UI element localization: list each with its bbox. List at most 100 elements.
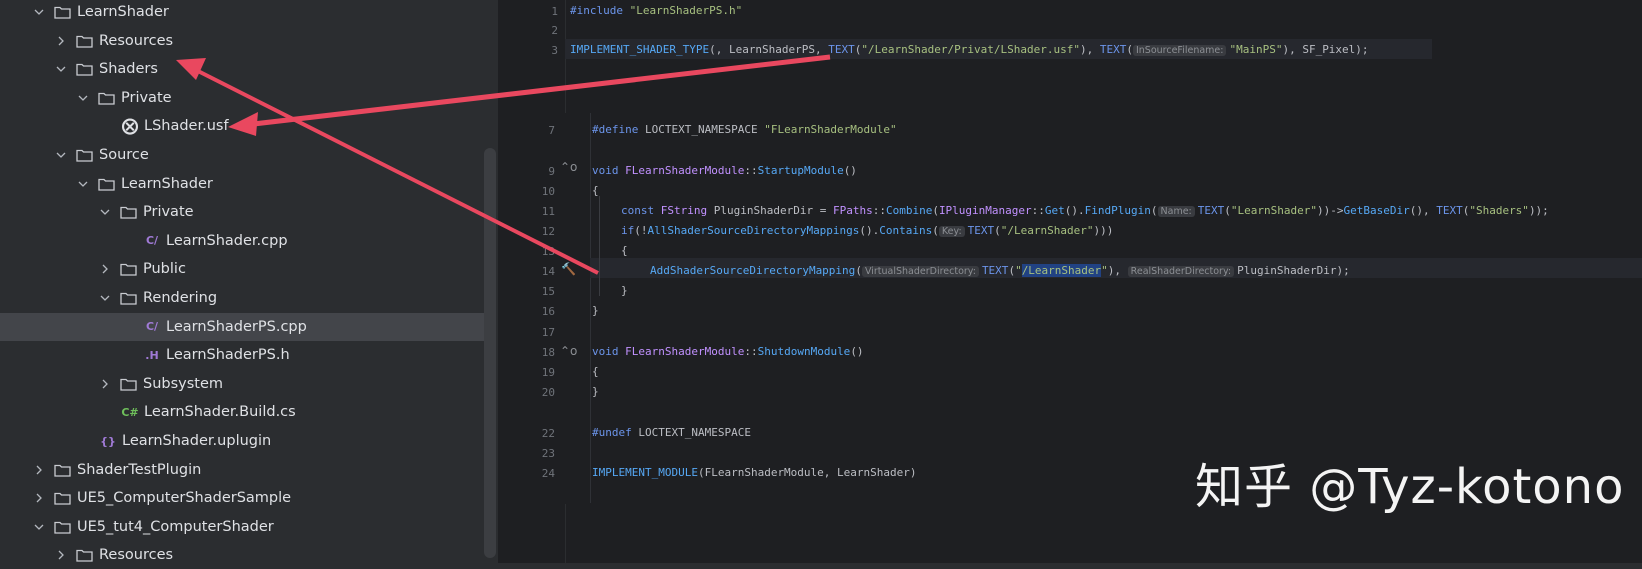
chevron-down-icon[interactable] [54,62,68,76]
line-number: 22 [541,427,555,440]
chevron-down-icon[interactable] [76,177,90,191]
line-number: 14 [541,265,555,278]
folder-icon [54,463,71,477]
tree-folder[interactable]: Resources [0,541,484,569]
code-line-14[interactable]: AddShaderSourceDirectoryMapping(VirtualS… [650,264,1350,277]
tree-file[interactable]: {} LearnShader.uplugin [0,427,484,455]
tree-file[interactable]: C# LearnShader.Build.cs [0,398,484,426]
tree-folder[interactable]: Source [0,141,484,169]
tree-folder[interactable]: Private [0,84,484,112]
tree-folder[interactable]: ShaderTestPlugin [0,456,484,484]
chevron-down-icon[interactable] [98,205,112,219]
line-number: 7 [548,124,555,137]
code-line-24[interactable]: IMPLEMENT_MODULE(FLearnShaderModule, Lea… [592,466,917,479]
tree-item-label: Source [99,147,149,163]
line-number: 3 [551,44,558,57]
line-number: 2 [551,24,558,37]
folder-icon [120,291,137,305]
chevron-right-icon[interactable] [54,34,68,48]
tree-item-label: Shaders [99,61,158,78]
folder-icon [98,177,115,191]
chevron-right-icon[interactable] [98,262,112,276]
tree-folder[interactable]: LearnShader [0,170,484,198]
chevron-down-icon[interactable] [54,148,68,162]
code-line-10[interactable]: { [592,184,599,197]
override-icon[interactable]: ⌃o [560,344,577,358]
cpp-file-icon: C/ [145,234,159,248]
tree-folder[interactable]: UE5_ComputerShaderSample [0,484,484,512]
code-line-11[interactable]: const FString PluginShaderDir = FPaths::… [621,204,1549,217]
header-file-icon: .H [145,348,159,362]
line-number: 12 [541,225,555,238]
line-number: 20 [541,386,555,399]
code-line-15[interactable]: } [621,284,628,297]
tree-item-label: Rendering [143,290,218,306]
inlay-hint: Key: [938,226,965,237]
chevron-right-icon[interactable] [54,548,68,562]
code-line-3[interactable]: IMPLEMENT_SHADER_TYPE(, LearnShaderPS, T… [570,43,1369,56]
tree-folder[interactable]: Public [0,255,484,283]
folder-icon [54,491,71,505]
folder-icon [76,34,93,48]
chevron-right-icon[interactable] [98,377,112,391]
code-line-12[interactable]: if(!AllShaderSourceDirectoryMappings().C… [621,224,1113,237]
tree-file[interactable]: C/LearnShader.cpp [0,227,484,255]
hammer-icon[interactable]: 🔨 [561,262,576,276]
folder-icon [76,148,93,162]
chevron-down-icon[interactable] [32,5,46,19]
line-number: 23 [541,447,555,460]
code-line-7[interactable]: #define LOCTEXT_NAMESPACE "FLearnShaderM… [592,123,897,136]
tree-item-label: LearnShader.uplugin [122,433,272,449]
code-line-16[interactable]: } [592,304,599,317]
tree-folder[interactable]: LearnShader [0,0,484,26]
folder-icon [98,91,115,105]
tree-file[interactable]: ⨂ LShader.usf [0,112,484,140]
override-icon[interactable]: ⌃o [560,160,577,174]
chevron-down-icon[interactable] [98,291,112,305]
line-number: 24 [541,467,555,480]
watermark: 知乎 @Tyz-kotono [1195,459,1625,515]
code-line-18[interactable]: void FLearnShaderModule::ShutdownModule(… [592,345,864,358]
tree-item-label: LearnShader.Build.cs [144,404,296,421]
code-line-9[interactable]: void FLearnShaderModule::StartupModule() [592,164,857,177]
folder-icon [120,205,137,219]
line-number: 16 [541,305,555,318]
line-number: 19 [541,366,555,379]
line-number: 11 [541,205,555,218]
project-tree: LearnShader Resources Shaders Private ⨂ LShad… [0,0,490,563]
chevron-right-icon[interactable] [32,463,46,477]
inlay-hint: Name: [1157,206,1195,217]
line-number: 15 [541,285,555,298]
shader-file-icon: ⨂ [121,116,139,137]
line-number: 18 [541,346,555,359]
chevron-down-icon[interactable] [76,91,90,105]
tree-item-label: Resources [99,32,174,49]
tree-folder[interactable]: Resources [0,27,484,55]
tree-scrollbar[interactable] [484,148,496,558]
code-line-19[interactable]: { [592,365,599,378]
inlay-hint: RealShaderDirectory: [1127,266,1235,277]
folder-icon [54,520,71,534]
folder-icon [54,5,71,19]
tree-folder[interactable]: Private [0,198,484,226]
tree-item-label: LearnShaderPS.h [166,347,290,364]
tree-folder[interactable]: UE5_tut4_ComputerShader [0,513,484,541]
code-line-1[interactable]: #include "LearnShaderPS.h" [570,4,742,17]
tree-file[interactable]: .H LearnShaderPS.h [0,341,484,369]
tree-file[interactable]: C/LearnShaderPS.cpp [0,312,484,341]
chevron-right-icon[interactable] [32,491,46,505]
tree-folder[interactable]: Shaders [0,55,484,83]
folder-icon [120,377,137,391]
indent-guide [599,196,600,296]
line-number: 1 [551,5,558,18]
code-line-20[interactable]: } [592,385,599,398]
code-line-13[interactable]: { [621,244,628,257]
tree-item-label: Private [143,204,194,221]
selected-text: /LearnShader [1021,264,1102,277]
chevron-down-icon[interactable] [32,520,46,534]
tree-folder[interactable]: Subsystem [0,370,484,398]
code-line-22[interactable]: #undef LOCTEXT_NAMESPACE [592,426,751,439]
tree-item-label: UE5_tut4_ComputerShader [77,518,274,535]
line-number: 9 [548,165,555,178]
tree-folder[interactable]: Rendering [0,284,484,312]
